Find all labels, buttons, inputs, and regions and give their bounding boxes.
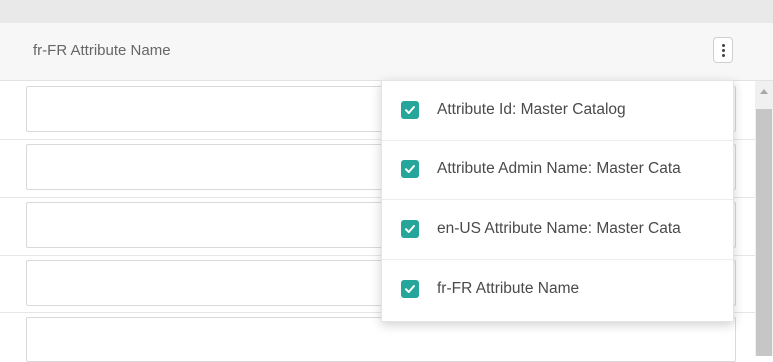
menu-item-label: Attribute Admin Name: Master Cata bbox=[437, 160, 681, 177]
menu-item-fr-fr-attribute-name[interactable]: fr-FR Attribute Name bbox=[382, 260, 733, 319]
column-header: fr-FR Attribute Name bbox=[0, 23, 773, 81]
vertical-scrollbar[interactable] bbox=[755, 81, 773, 356]
scroll-thumb[interactable] bbox=[756, 109, 772, 356]
menu-item-attribute-admin-name[interactable]: Attribute Admin Name: Master Cata bbox=[382, 140, 733, 200]
menu-item-en-us-attribute-name[interactable]: en-US Attribute Name: Master Cata bbox=[382, 200, 733, 260]
checkbox-checked-icon[interactable] bbox=[401, 220, 419, 238]
table-row-input[interactable] bbox=[26, 317, 736, 362]
checkbox-checked-icon[interactable] bbox=[401, 101, 419, 119]
checkbox-checked-icon[interactable] bbox=[401, 280, 419, 298]
checkbox-checked-icon[interactable] bbox=[401, 160, 419, 178]
menu-item-label: Attribute Id: Master Catalog bbox=[437, 101, 626, 118]
menu-item-label: fr-FR Attribute Name bbox=[437, 280, 580, 297]
kebab-menu-icon[interactable] bbox=[713, 37, 733, 63]
menu-item-label: en-US Attribute Name: Master Cata bbox=[437, 220, 681, 237]
top-strip bbox=[0, 0, 773, 23]
menu-item-attribute-id[interactable]: Attribute Id: Master Catalog bbox=[382, 81, 733, 141]
column-header-title: fr-FR Attribute Name bbox=[33, 42, 171, 59]
scroll-up-arrow-icon[interactable] bbox=[760, 89, 768, 94]
column-chooser-menu: Attribute Id: Master Catalog Attribute A… bbox=[381, 80, 734, 322]
